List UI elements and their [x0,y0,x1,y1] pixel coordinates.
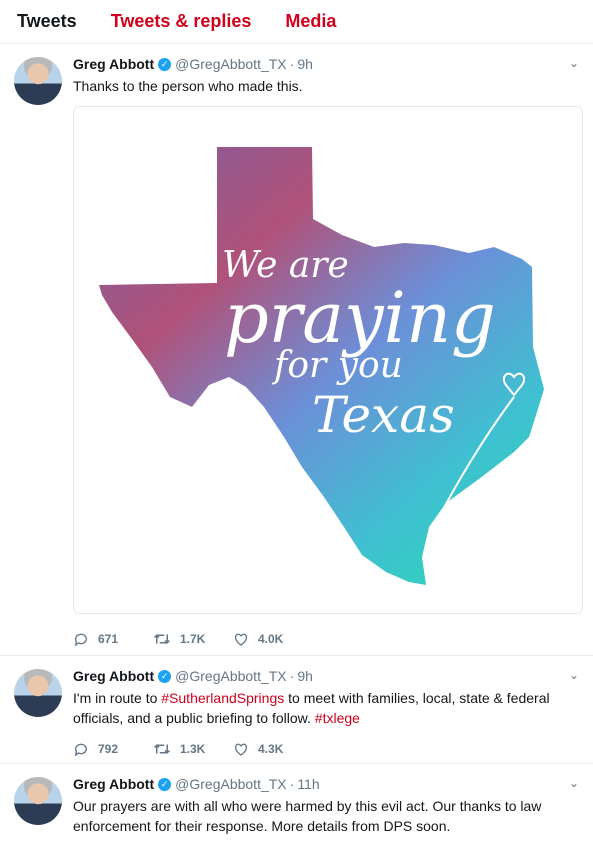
chevron-down-icon[interactable]: ⌄ [569,56,579,70]
reply-button[interactable]: 792 [73,741,153,757]
verified-badge-icon: ✓ [158,57,172,71]
like-count: 4.3K [258,742,284,756]
avatar[interactable] [14,669,62,717]
avatar[interactable] [14,57,62,105]
media-line-3: for you [271,345,403,386]
tweet[interactable]: Greg Abbott ✓ @GregAbbott_TX · 9h ⌄ I'm … [0,656,593,764]
tweet-text: Thanks to the person who made this. [73,78,303,94]
author-handle[interactable]: @GregAbbott_TX [175,776,287,792]
heart-icon [234,633,248,646]
retweet-button[interactable]: 1.7K [153,631,233,647]
tweet[interactable]: Greg Abbott ✓ @GregAbbott_TX · 9h ⌄ Than… [0,44,593,656]
hashtag-link[interactable]: #SutherlandSprings [161,690,284,706]
reply-icon [74,743,87,757]
like-button[interactable]: 4.3K [233,741,313,757]
author-name[interactable]: Greg Abbott [73,668,154,684]
tweet-actions: 792 1.3K 4.3K [73,730,577,768]
profile-tabs: Tweets Tweets & replies Media [0,0,593,44]
tweet-text: I'm in route to #SutherlandSprings to me… [73,688,577,728]
retweet-count: 1.7K [180,632,206,646]
tab-tweets-replies[interactable]: Tweets & replies [111,11,252,32]
chevron-down-icon[interactable]: ⌄ [569,776,579,790]
retweet-count: 1.3K [180,742,206,756]
hashtag-link[interactable]: #txlege [315,710,360,726]
separator-dot: · [289,776,295,792]
author-handle[interactable]: @GregAbbott_TX [175,668,287,684]
author-handle[interactable]: @GregAbbott_TX [175,56,287,72]
like-button[interactable]: 4.0K [233,631,313,647]
author-name[interactable]: Greg Abbott [73,56,154,72]
tweet-time[interactable]: 9h [297,56,313,72]
tweet-actions: 671 1.7K 4.0K [73,620,577,658]
tweet-text-part: I'm in route to [73,690,162,706]
tweet-text: Our prayers are with all who were harmed… [73,798,542,834]
media-line-4: Texas [312,386,455,444]
tab-media[interactable]: Media [285,11,336,32]
tweet-header: Greg Abbott ✓ @GregAbbott_TX · 9h [73,54,577,74]
separator-dot: · [289,56,295,72]
tweet-time[interactable]: 9h [297,668,313,684]
tweet-time[interactable]: 11h [297,776,319,792]
author-name[interactable]: Greg Abbott [73,776,154,792]
like-count: 4.0K [258,632,284,646]
tweet-header: Greg Abbott ✓ @GregAbbott_TX · 11h [73,774,577,794]
tweet-header: Greg Abbott ✓ @GregAbbott_TX · 9h [73,666,577,686]
separator-dot: · [289,668,295,684]
reply-button[interactable]: 671 [73,631,153,647]
verified-badge-icon: ✓ [158,669,172,683]
retweet-icon [153,744,171,754]
reply-icon [74,633,87,647]
reply-count: 792 [98,742,119,756]
heart-icon [234,743,248,756]
tab-tweets[interactable]: Tweets [17,11,77,32]
retweet-icon [153,634,171,644]
texas-illustration: We are praying for you Texas [99,147,544,585]
retweet-button[interactable]: 1.3K [153,741,233,757]
tweet[interactable]: Greg Abbott ✓ @GregAbbott_TX · 11h ⌄ Our… [0,764,593,844]
verified-badge-icon: ✓ [158,777,172,791]
avatar[interactable] [14,777,62,825]
tweet-media-image[interactable]: We are praying for you Texas [73,106,583,614]
reply-count: 671 [98,632,119,646]
chevron-down-icon[interactable]: ⌄ [569,668,579,682]
